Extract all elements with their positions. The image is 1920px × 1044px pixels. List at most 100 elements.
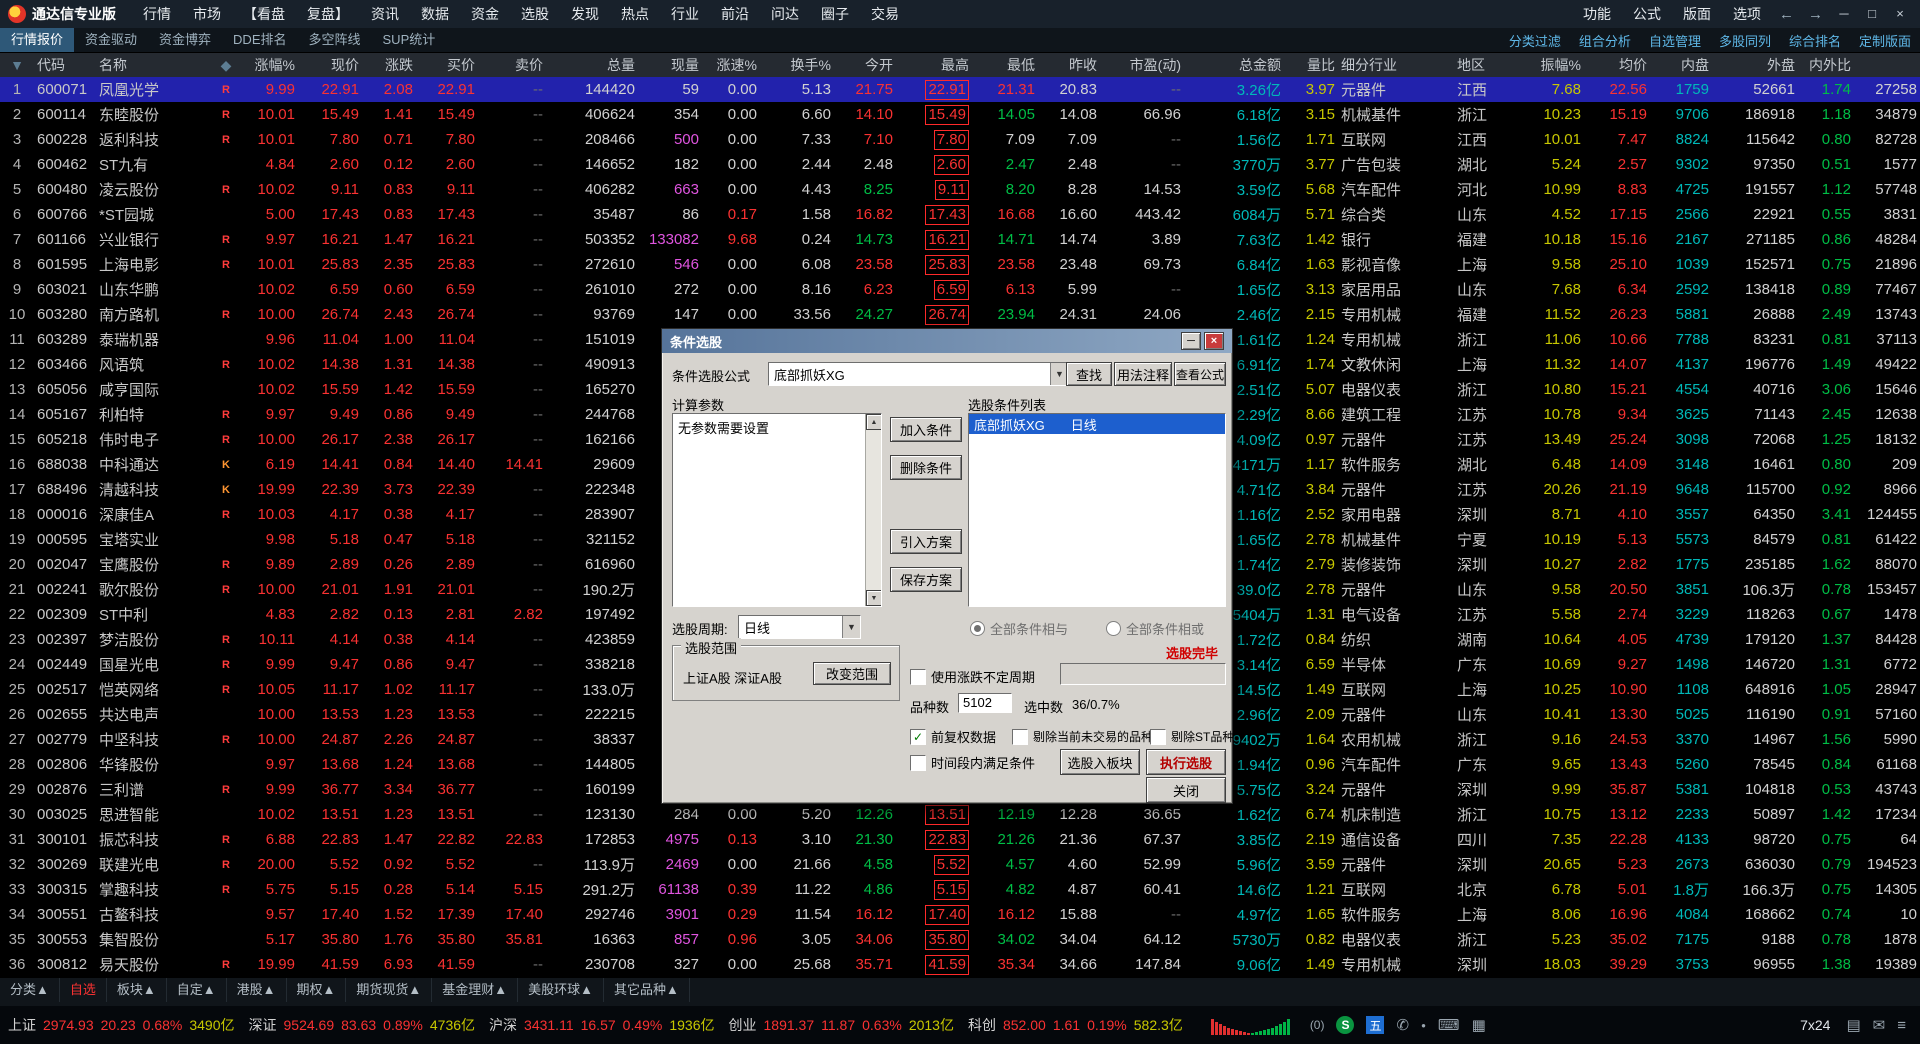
monitor-icon[interactable]: ▤	[1846, 1016, 1860, 1034]
toolbar-tab-3[interactable]: 资金博弈	[148, 28, 222, 52]
column-header-现价[interactable]: 现价	[298, 53, 362, 77]
chevron-down-icon[interactable]: ▼	[842, 616, 860, 638]
close-button[interactable]: 关闭	[1146, 777, 1226, 803]
menu-item-2[interactable]: 市场	[182, 0, 232, 28]
scroll-down-icon[interactable]: ▼	[866, 590, 881, 606]
checkbox-time-range[interactable]: 时间段内满足条件	[910, 753, 1035, 772]
checkbox-forward-adjusted[interactable]: ✓ 前复权数据	[910, 727, 996, 746]
add-condition-button[interactable]: 加入条件	[890, 417, 962, 442]
import-plan-button[interactable]: 引入方案	[890, 529, 962, 554]
column-header-地区[interactable]: 地区	[1454, 53, 1518, 77]
bottom-tab-4[interactable]: 自定▲	[167, 978, 227, 1002]
table-row-600766[interactable]: 6 600766 *ST园城 5.00 17.43 0.83 17.43 -- 35487 86 0…	[0, 202, 1920, 227]
menu-right-item-1[interactable]: 功能	[1572, 0, 1622, 28]
toolbar-tab-4[interactable]: DDE排名	[222, 28, 297, 52]
column-header-现量[interactable]: 现量	[638, 53, 702, 77]
toolbar-tab-1[interactable]: 行情报价	[0, 28, 75, 52]
bottom-tab-9[interactable]: 美股环球▲	[518, 978, 605, 1002]
column-header-名称[interactable]: 名称	[96, 53, 214, 77]
menu-item-10[interactable]: 热点	[610, 0, 660, 28]
column-header-▼[interactable]: ▼	[0, 53, 34, 77]
menu-right-item-3[interactable]: 版面	[1672, 0, 1722, 28]
view-formula-button[interactable]: 查看公式	[1174, 362, 1226, 386]
tdx-logo-icon[interactable]: S	[1336, 1016, 1355, 1034]
column-header-内外比[interactable]: 内外比	[1798, 53, 1854, 77]
column-header-◆[interactable]: ◆	[214, 53, 238, 77]
toolbar-link-1[interactable]: 分类过滤	[1500, 31, 1570, 50]
table-row-600114[interactable]: 2 600114 东睦股份 R 10.01 15.49 1.41 15.49 -- 406624 3…	[0, 102, 1920, 127]
column-header-涨幅%[interactable]: 涨幅%	[238, 53, 298, 77]
status-index-1[interactable]: 上证 2974.93 20.23 0.68% 3490亿	[8, 1015, 235, 1035]
column-header-涨跌[interactable]: 涨跌	[362, 53, 416, 77]
checkbox-skip-st[interactable]: 剔除ST品种	[1150, 728, 1234, 745]
phone-icon[interactable]: ✆	[1396, 1016, 1409, 1034]
table-row-300553[interactable]: 35 300553 集智股份 5.17 35.80 1.76 35.80 35.81 16363…	[0, 927, 1920, 952]
table-row-601595[interactable]: 8 601595 上海电影 R 10.01 25.83 2.35 25.83 -- 272610 5…	[0, 252, 1920, 277]
menu-item-7[interactable]: 资金	[460, 0, 510, 28]
column-header-振幅%[interactable]: 振幅%	[1518, 53, 1584, 77]
keyboard-icon[interactable]: ⌨	[1438, 1016, 1460, 1034]
nav-forward-icon[interactable]: →	[1801, 6, 1830, 23]
radio-all-and[interactable]: 全部条件相与	[970, 619, 1068, 638]
dialog-close-button[interactable]: ×	[1204, 332, 1224, 350]
grid-icon[interactable]: ▦	[1472, 1016, 1486, 1034]
column-header-外盘[interactable]: 外盘	[1712, 53, 1798, 77]
table-row-300551[interactable]: 34 300551 古鳌科技 9.57 17.40 1.52 17.39 17.40 29274…	[0, 902, 1920, 927]
menu-item-12[interactable]: 前沿	[710, 0, 760, 28]
toolbar-link-3[interactable]: 自选管理	[1640, 31, 1710, 50]
column-header-最高[interactable]: 最高	[896, 53, 972, 77]
menu-item-6[interactable]: 数据	[410, 0, 460, 28]
condition-listbox[interactable]: 底部抓妖XG 日线	[968, 413, 1226, 607]
bottom-tab-5[interactable]: 港股▲	[227, 978, 287, 1002]
dialog-minimize-button[interactable]: ─	[1181, 332, 1201, 350]
status-index-2[interactable]: 深证 9524.69 83.63 0.89% 4736亿	[249, 1015, 476, 1035]
params-scrollbar[interactable]: ▲ ▼	[865, 414, 881, 606]
checkbox-skip-nontrading[interactable]: 剔除当前未交易的品种	[1012, 728, 1153, 745]
column-header-col-27[interactable]	[1854, 53, 1920, 77]
column-header-内盘[interactable]: 内盘	[1650, 53, 1712, 77]
nav-back-icon[interactable]: ←	[1772, 6, 1801, 23]
symbol-count-field[interactable]: 5102	[958, 693, 1012, 713]
bottom-tab-2[interactable]: 自选	[60, 978, 107, 1002]
execute-pick-button[interactable]: 执行选股	[1146, 749, 1226, 775]
scroll-up-icon[interactable]: ▲	[866, 414, 881, 430]
alert-counter[interactable]: (0)	[1310, 1018, 1325, 1032]
table-row-003025[interactable]: 30 003025 思进智能 10.02 13.51 1.23 13.51 -- 123130 2…	[0, 802, 1920, 827]
menu-item-9[interactable]: 发现	[560, 0, 610, 28]
table-row-600462[interactable]: 4 600462 ST九有 4.84 2.60 0.12 2.60 -- 146652 182 0.…	[0, 152, 1920, 177]
menu-item-4[interactable]: 复盘】	[296, 0, 360, 28]
period-combobox[interactable]: 日线 ▼	[738, 615, 861, 639]
bottom-tab-10[interactable]: 其它品种▲	[604, 978, 690, 1002]
table-row-300101[interactable]: 31 300101 振芯科技 R 6.88 22.83 1.47 22.82 22.83 1728…	[0, 827, 1920, 852]
menu-icon[interactable]: ≡	[1897, 1017, 1906, 1034]
formula-combobox[interactable]: 底部抓妖XG ▼	[768, 362, 1069, 386]
column-header-换手%[interactable]: 换手%	[760, 53, 834, 77]
window-minimize-button[interactable]: ─	[1830, 0, 1858, 28]
radio-all-or[interactable]: 全部条件相或	[1106, 619, 1204, 638]
pick-into-block-button[interactable]: 选股入板块	[1060, 749, 1140, 775]
column-header-买价[interactable]: 买价	[416, 53, 478, 77]
column-header-今开[interactable]: 今开	[834, 53, 896, 77]
column-header-量比[interactable]: 量比	[1284, 53, 1338, 77]
column-header-市盈(动)[interactable]: 市盈(动)	[1100, 53, 1184, 77]
menu-item-11[interactable]: 行业	[660, 0, 710, 28]
table-row-603021[interactable]: 9 603021 山东华鹏 10.02 6.59 0.60 6.59 -- 261010 272 0…	[0, 277, 1920, 302]
column-header-卖价[interactable]: 卖价	[478, 53, 546, 77]
menu-item-15[interactable]: 交易	[860, 0, 910, 28]
mail-icon[interactable]: ✉	[1873, 1016, 1886, 1034]
menu-right-item-2[interactable]: 公式	[1622, 0, 1672, 28]
toolbar-tab-6[interactable]: SUP统计	[372, 28, 447, 52]
table-row-600480[interactable]: 5 600480 凌云股份 R 10.02 9.11 0.83 9.11 -- 406282 663…	[0, 177, 1920, 202]
window-maximize-button[interactable]: □	[1858, 0, 1886, 28]
column-header-总量[interactable]: 总量	[546, 53, 638, 77]
checkbox-variable-period[interactable]: 使用涨跌不定周期	[910, 667, 1035, 686]
table-row-300315[interactable]: 33 300315 掌趣科技 R 5.75 5.15 0.28 5.14 5.15 291.2万 6…	[0, 877, 1920, 902]
toolbar-link-5[interactable]: 综合排名	[1780, 31, 1850, 50]
menu-item-5[interactable]: 资讯	[360, 0, 410, 28]
ime-badge[interactable]: 五	[1366, 1016, 1385, 1034]
delete-condition-button[interactable]: 删除条件	[890, 455, 962, 480]
status-index-5[interactable]: 科创 852.00 1.61 0.19% 582.3亿	[968, 1015, 1183, 1035]
menu-item-8[interactable]: 选股	[510, 0, 560, 28]
window-close-button[interactable]: ×	[1886, 0, 1914, 28]
table-row-600071[interactable]: 1 600071 凤凰光学 R 9.99 22.91 2.08 22.91 -- 144420 59…	[0, 77, 1920, 102]
